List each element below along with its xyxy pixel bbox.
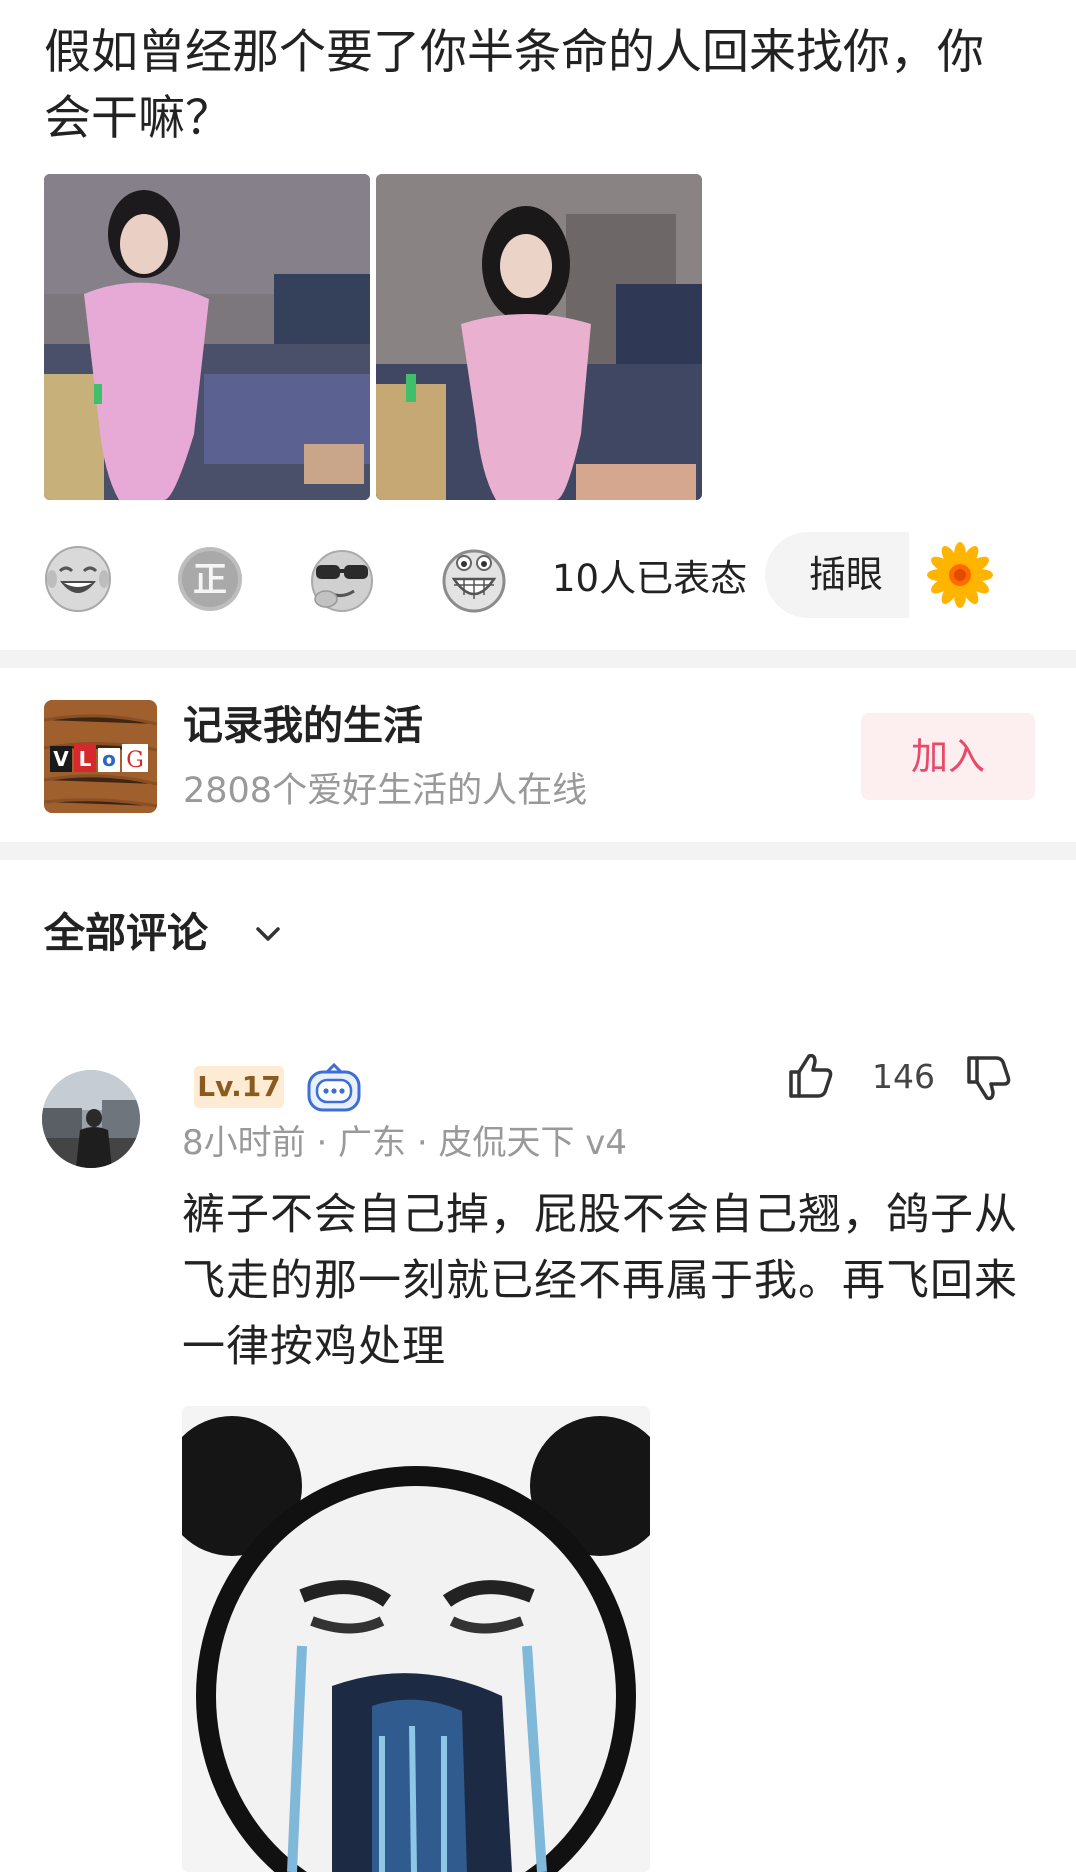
- grinning-emoji-icon[interactable]: [440, 545, 508, 613]
- robot-badge-icon: [305, 1062, 363, 1114]
- svg-text:正: 正: [193, 560, 227, 600]
- sunflower-icon: [909, 532, 1021, 618]
- circle-online-count: 2808个爱好生活的人在线: [183, 771, 588, 811]
- level-badge: Lv.17: [194, 1066, 284, 1108]
- sunglasses-emoji-icon[interactable]: [308, 545, 376, 613]
- comments-sort-title[interactable]: 全部评论: [44, 906, 208, 960]
- join-circle-button[interactable]: 加入: [861, 713, 1035, 800]
- reaction-pill-label: 插眼: [809, 553, 883, 596]
- svg-text:L: L: [79, 747, 92, 771]
- post-photo-1[interactable]: [44, 174, 370, 500]
- avatar[interactable]: [42, 1070, 140, 1168]
- comment-meta: 8小时前 · 广东 · 皮侃天下 v4: [182, 1123, 628, 1163]
- reaction-pill-button[interactable]: 插眼: [765, 532, 1021, 618]
- post-title: 假如曾经那个要了你半条命的人回来找你，你会干嘛？: [44, 25, 984, 146]
- circle-logo[interactable]: V L o G: [44, 700, 157, 813]
- thumbs-down-icon[interactable]: [963, 1052, 1015, 1104]
- thumbs-up-icon[interactable]: [785, 1050, 835, 1100]
- like-count: 146: [872, 1057, 935, 1096]
- circle-name[interactable]: 记录我的生活: [183, 700, 423, 752]
- comment-text: 裤子不会自己掉，屁股不会自己翘，鸽子从飞走的那一刻就已经不再属于我。再飞回来一律…: [182, 1190, 1018, 1372]
- svg-text:o: o: [102, 747, 116, 771]
- laughing-tears-emoji-icon[interactable]: [44, 545, 112, 613]
- zheng-emoji-icon[interactable]: 正: [176, 545, 244, 613]
- section-divider: [0, 650, 1076, 668]
- svg-text:G: G: [126, 748, 144, 773]
- post-photo-2[interactable]: [376, 174, 702, 500]
- crying-panda-sticker[interactable]: [182, 1406, 650, 1872]
- reaction-count: 10人已表态: [552, 557, 748, 600]
- svg-text:V: V: [53, 747, 69, 771]
- section-divider: [0, 842, 1076, 860]
- chevron-down-icon[interactable]: [252, 918, 284, 950]
